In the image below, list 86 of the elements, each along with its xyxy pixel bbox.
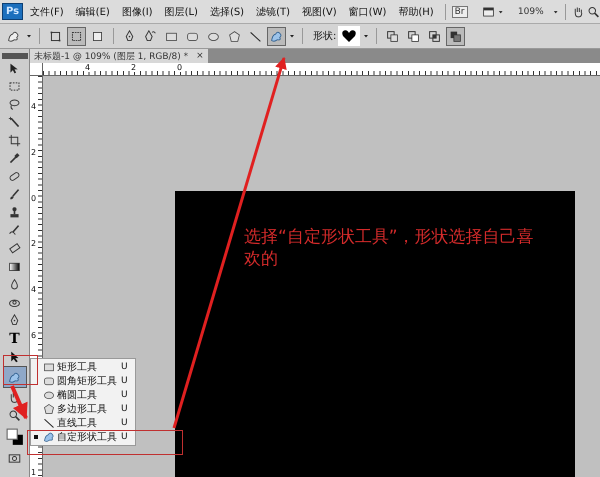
ruler-label: 2	[131, 63, 136, 72]
freeform-pen-icon	[144, 30, 157, 42]
menu-item[interactable]: 帮助(H)	[393, 4, 439, 18]
shape-picker[interactable]	[338, 26, 360, 46]
type-tool[interactable]: T	[2, 330, 26, 347]
toolbox-grip	[2, 53, 28, 59]
stamp-icon	[8, 206, 21, 219]
pen-icon	[123, 30, 136, 42]
custom-shape-icon	[8, 370, 21, 384]
combine-mode-icon	[428, 30, 442, 42]
ruler-label: 4	[31, 285, 36, 294]
crop-icon	[8, 134, 21, 147]
annotation-arrow	[10, 385, 28, 420]
ruler-label: 2	[31, 239, 36, 248]
combine-mode-icon	[449, 30, 462, 42]
history-brush-icon	[8, 224, 21, 237]
ruler-label: 4	[31, 102, 36, 111]
combine-mode-icon	[386, 30, 400, 42]
document-tab[interactable]: 未标题-1 @ 109% (图层 1, RGB/8) * ×	[30, 49, 208, 63]
menu-item[interactable]: 编辑(E)	[70, 4, 115, 18]
eraser-icon	[8, 242, 21, 255]
menu-item[interactable]: 图像(I)	[116, 4, 158, 18]
bridge-button[interactable]: Br	[452, 6, 468, 18]
shape-layers-icon	[49, 30, 62, 42]
polygon-icon	[228, 30, 241, 42]
caret-icon	[362, 32, 370, 40]
rectangle-icon	[43, 361, 55, 373]
ruler-label: 0	[31, 194, 36, 203]
rounded-rectangle-icon	[43, 375, 55, 387]
flyout-menu-item[interactable]: 自定形状工具 U	[31, 430, 135, 444]
menu-item[interactable]: 视图(V)	[297, 4, 342, 18]
color-swatches-icon	[6, 428, 24, 446]
quick-mask-icon	[8, 452, 21, 465]
line-icon	[249, 30, 262, 42]
selected-bullet-icon	[34, 435, 38, 439]
fill-pixels-icon	[91, 30, 104, 42]
line-icon	[43, 417, 55, 429]
magic-wand-icon	[8, 116, 21, 129]
paths-icon	[70, 30, 83, 42]
app-logo: Ps	[2, 3, 24, 20]
drop-icon	[8, 278, 21, 291]
custom-shape-icon	[270, 30, 283, 42]
custom-shape-tool[interactable]	[2, 366, 26, 388]
custom-shape-button[interactable]	[267, 26, 286, 46]
bandage-icon	[8, 170, 21, 183]
menu-item[interactable]: 滤镜(T)	[251, 4, 296, 18]
flyout-menu-item[interactable]: 多边形工具 U	[31, 402, 135, 416]
heart-icon	[341, 28, 358, 44]
menu-item[interactable]: 文件(F)	[25, 4, 69, 18]
menu-item[interactable]: 选择(S)	[204, 4, 250, 18]
brush-icon	[8, 188, 21, 201]
flyout-menu-item[interactable]: 圆角矩形工具 U	[31, 374, 135, 388]
highlight-frame	[3, 355, 38, 385]
eyedropper-icon	[8, 152, 21, 165]
hand-icon	[572, 4, 585, 18]
zoom-level[interactable]: 109%	[518, 6, 544, 16]
screen-mode-icon	[482, 4, 494, 18]
shape-label: 形状:	[313, 30, 336, 43]
polygon-icon	[43, 403, 55, 415]
ellipse-icon	[43, 389, 55, 401]
flyout-menu-item[interactable]: 矩形工具 U	[31, 360, 135, 374]
flyout-menu-item[interactable]: 椭圆工具 U	[31, 388, 135, 402]
ruler-label: 2	[31, 148, 36, 157]
combine-mode-button[interactable]	[446, 26, 466, 46]
pen-icon	[8, 314, 21, 327]
close-button[interactable]: ×	[196, 51, 204, 61]
document-title: 未标题-1 @ 109% (图层 1, RGB/8) *	[34, 50, 188, 62]
zoom-icon	[8, 409, 21, 422]
caret-icon	[288, 32, 296, 40]
zoom-icon	[587, 4, 600, 18]
lasso-icon	[8, 98, 21, 111]
ruler-label: 4	[85, 63, 90, 72]
caret-icon	[25, 32, 33, 40]
annotation-text: 选择“自定形状工具”，形状选择自己喜欢的	[244, 226, 535, 270]
flyout-menu-item[interactable]: 直线工具 U	[31, 416, 135, 430]
menu-item[interactable]: 图层(L)	[160, 4, 203, 18]
gradient-icon	[8, 260, 21, 273]
ruler-label: 1	[31, 468, 36, 477]
custom-shape-icon	[7, 30, 20, 42]
menu-item[interactable]: 窗口(W)	[344, 4, 392, 18]
ruler-label: 0	[177, 63, 182, 72]
ruler-label: 6	[31, 331, 36, 340]
paths-button[interactable]	[67, 26, 86, 46]
combine-mode-icon	[407, 30, 420, 42]
custom-shape-icon	[43, 431, 55, 443]
marquee-icon	[8, 80, 21, 93]
